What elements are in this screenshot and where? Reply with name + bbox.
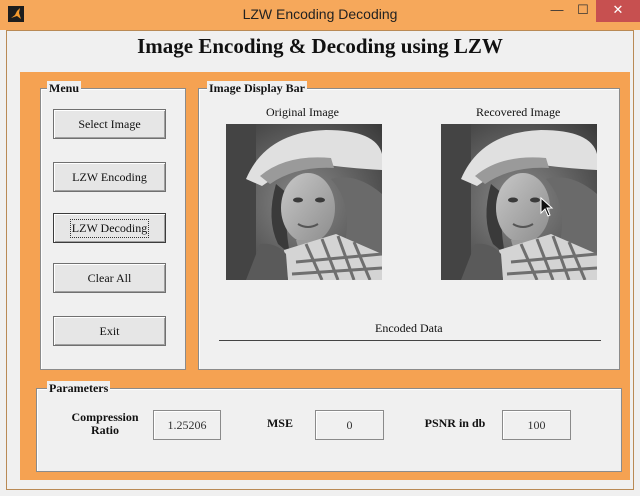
lzw-encoding-label: LZW Encoding <box>72 169 147 184</box>
title-bar: LZW Encoding Decoding — ☐ ✕ <box>0 0 640 30</box>
page-title: Image Encoding & Decoding using LZW <box>137 34 503 58</box>
maximize-button[interactable]: ☐ <box>570 0 596 22</box>
lzw-decoding-label: LZW Decoding <box>69 218 150 238</box>
recovered-image-caption: Recovered Image <box>476 105 561 119</box>
psnr-label: PSNR in db <box>424 416 486 430</box>
image-display-title: Image Display Bar <box>207 81 307 95</box>
lzw-encoding-button[interactable]: LZW Encoding <box>53 162 166 192</box>
menu-title: Menu <box>47 81 81 95</box>
mse-field[interactable]: 0 <box>315 410 384 440</box>
select-image-label: Select Image <box>78 116 141 131</box>
close-button[interactable]: ✕ <box>596 0 640 22</box>
clear-all-label: Clear All <box>87 270 132 285</box>
original-image-caption: Original Image <box>266 105 339 119</box>
compression-ratio-field[interactable]: 1.25206 <box>153 410 221 440</box>
recovered-image <box>441 124 597 280</box>
minimize-button[interactable]: — <box>544 0 570 22</box>
mse-label: MSE <box>266 416 293 430</box>
parameters-title: Parameters <box>47 381 111 395</box>
original-image <box>226 124 382 280</box>
mouse-pointer-icon <box>540 196 554 222</box>
encoded-data-axis <box>219 340 601 341</box>
exit-label: Exit <box>99 323 120 338</box>
compression-ratio-label: Compression Ratio <box>71 410 139 437</box>
exit-button[interactable]: Exit <box>53 316 166 346</box>
psnr-field[interactable]: 100 <box>502 410 571 440</box>
lzw-decoding-button[interactable]: LZW Decoding <box>53 213 166 243</box>
clear-all-button[interactable]: Clear All <box>53 263 166 293</box>
select-image-button[interactable]: Select Image <box>53 109 166 139</box>
encoded-data-label: Encoded Data <box>375 321 443 335</box>
